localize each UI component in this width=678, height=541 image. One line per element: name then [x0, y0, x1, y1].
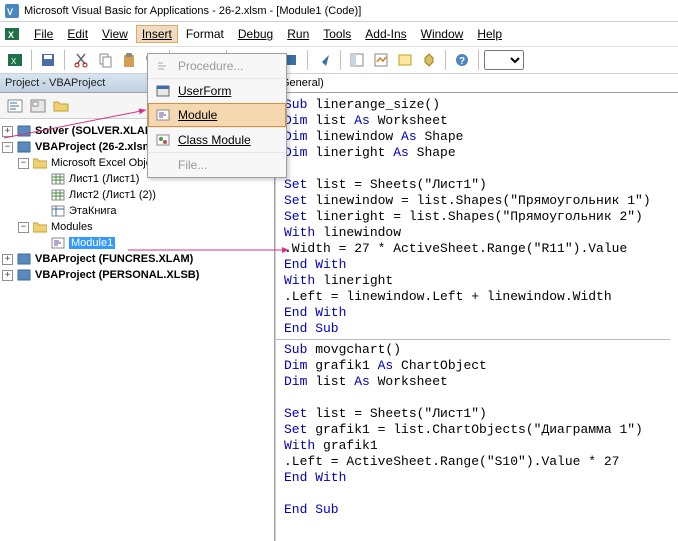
workbook-icon: [50, 204, 66, 218]
project-explorer-button[interactable]: [346, 49, 368, 71]
separator: [307, 50, 308, 70]
module-icon: [50, 236, 66, 250]
toolbox-button[interactable]: [418, 49, 440, 71]
project-icon: [16, 268, 32, 282]
menu-addins[interactable]: Add-Ins: [359, 25, 412, 43]
file-icon: [154, 157, 172, 173]
collapse-icon[interactable]: −: [18, 222, 29, 233]
expand-icon[interactable]: +: [2, 254, 13, 265]
collapse-icon[interactable]: −: [2, 142, 13, 153]
help-button[interactable]: ?: [451, 49, 473, 71]
object-browser-button[interactable]: [394, 49, 416, 71]
svg-text:?: ?: [459, 56, 465, 67]
properties-button[interactable]: [370, 49, 392, 71]
window-title: Microsoft Visual Basic for Applications …: [24, 5, 361, 17]
dropdown-file: File...: [148, 152, 286, 177]
tree-sheet2[interactable]: Лист2 (Лист1 (2)): [2, 187, 272, 203]
save-button[interactable]: [37, 49, 59, 71]
project-icon: [16, 140, 32, 154]
expand-icon[interactable]: +: [2, 126, 13, 137]
menu-file[interactable]: File: [28, 25, 59, 43]
tree-module1[interactable]: Module1: [2, 235, 272, 251]
workspace: Project - VBAProject +Solver (SOLVER.XLA…: [0, 74, 678, 541]
menu-window[interactable]: Window: [415, 25, 470, 43]
project-icon: [16, 252, 32, 266]
app-icon: V: [4, 3, 20, 19]
menu-tools[interactable]: Tools: [317, 25, 357, 43]
menubar: X File Edit View Insert Format Debug Run…: [0, 22, 678, 46]
userform-icon: [154, 83, 172, 99]
dropdown-procedure: Procedure...: [148, 54, 286, 78]
folder-open-icon: [32, 220, 48, 234]
menu-format[interactable]: Format: [180, 25, 230, 43]
dropdown-module[interactable]: Module: [148, 103, 286, 127]
copy-button[interactable]: [94, 49, 116, 71]
menu-view[interactable]: View: [96, 25, 134, 43]
svg-text:X: X: [11, 57, 17, 66]
menu-help[interactable]: Help: [471, 25, 508, 43]
menu-debug[interactable]: Debug: [232, 25, 279, 43]
collapse-icon[interactable]: −: [18, 158, 29, 169]
paste-button[interactable]: [118, 49, 140, 71]
separator: [478, 50, 479, 70]
tree-thisworkbook[interactable]: ЭтаКнига: [2, 203, 272, 219]
separator: [31, 50, 32, 70]
toolbar: X ?: [0, 46, 678, 74]
position-box[interactable]: [484, 50, 524, 70]
titlebar: V Microsoft Visual Basic for Application…: [0, 0, 678, 22]
object-dropdown[interactable]: General): [275, 74, 678, 93]
toggle-folders-button[interactable]: [51, 96, 71, 116]
dropdown-classmodule[interactable]: Class Module: [148, 127, 286, 152]
insert-dropdown: Procedure... UserForm Module Class Modul…: [147, 53, 287, 178]
svg-text:X: X: [8, 30, 14, 40]
cut-button[interactable]: [70, 49, 92, 71]
separator: [340, 50, 341, 70]
procedure-icon: [154, 58, 172, 74]
tree-modules[interactable]: −Modules: [2, 219, 272, 235]
svg-text:V: V: [7, 7, 13, 17]
menu-run[interactable]: Run: [281, 25, 315, 43]
menu-insert[interactable]: Insert: [136, 25, 178, 43]
menu-edit[interactable]: Edit: [61, 25, 94, 43]
tree-personal[interactable]: +VBAProject (PERSONAL.XLSB): [2, 267, 272, 283]
worksheet-icon: [50, 188, 66, 202]
separator: [64, 50, 65, 70]
view-object-button[interactable]: [28, 96, 48, 116]
class-module-icon: [154, 132, 172, 148]
project-icon: [16, 124, 32, 138]
expand-icon[interactable]: +: [2, 270, 13, 281]
separator: [445, 50, 446, 70]
code-editor[interactable]: Sub linerange_size() Dim list As Workshe…: [275, 93, 678, 541]
tree-funcres[interactable]: +VBAProject (FUNCRES.XLAM): [2, 251, 272, 267]
view-excel-button[interactable]: X: [4, 49, 26, 71]
code-pane: General) Sub linerange_size() Dim list A…: [275, 74, 678, 541]
folder-open-icon: [32, 156, 48, 170]
module-icon: [154, 107, 172, 123]
worksheet-icon: [50, 172, 66, 186]
project-tree[interactable]: +Solver (SOLVER.XLAM) −VBAProject (26-2.…: [0, 119, 274, 541]
dropdown-userform[interactable]: UserForm: [148, 78, 286, 103]
excel-icon[interactable]: X: [4, 26, 20, 42]
design-mode-button[interactable]: [313, 49, 335, 71]
view-code-button[interactable]: [5, 96, 25, 116]
